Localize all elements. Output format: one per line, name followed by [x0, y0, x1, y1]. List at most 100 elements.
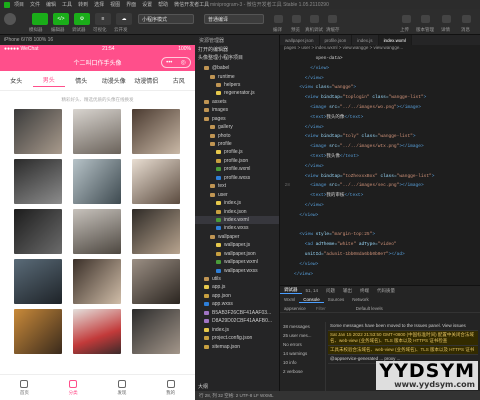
visual-toggle-button[interactable]: ≡: [95, 13, 111, 25]
editor-tab[interactable]: wallpaper.json: [280, 35, 320, 45]
code-line[interactable]: open-data>: [280, 54, 480, 64]
avatar-image[interactable]: [132, 209, 180, 254]
code-line[interactable]: <view bindtap= "toZhexxxBox" class= "wangg…: [280, 172, 480, 182]
avatar[interactable]: [4, 13, 16, 25]
file-item[interactable]: profile.wxml: [195, 165, 279, 173]
file-item[interactable]: index.wxss: [195, 224, 279, 232]
avatar-image[interactable]: [132, 109, 180, 154]
avatar-image[interactable]: [14, 259, 62, 304]
file-item[interactable]: regenerator.js: [195, 89, 279, 97]
code-line[interactable]: </view>: [280, 162, 480, 172]
folder-item[interactable]: utils: [195, 275, 279, 283]
messages-icon[interactable]: [462, 15, 471, 23]
code-line[interactable]: <text> 我的审核 </text>: [280, 191, 480, 201]
search-hint[interactable]: 精彩好头、精选优质的头像在线换发: [30, 94, 165, 106]
panel-tab[interactable]: 调试器: [280, 287, 302, 294]
tabbar-category[interactable]: 分类: [49, 375, 98, 400]
code-line[interactable]: <view class= "wangge" >: [280, 83, 480, 93]
file-item[interactable]: D8A29D02CBF41AAFB0...: [195, 317, 279, 325]
menu-item[interactable]: 文件: [30, 1, 40, 8]
context-select[interactable]: appservice: [284, 306, 306, 311]
real-device-debug-icon[interactable]: [310, 15, 319, 23]
editor-toggle-button[interactable]: </>: [53, 13, 69, 25]
devtools-tab[interactable]: Wxml: [280, 297, 299, 302]
file-item[interactable]: profile.wxss: [195, 174, 279, 182]
code-line[interactable]: </view>: [280, 270, 480, 280]
outline-section[interactable]: 大纲: [195, 383, 279, 391]
code-line[interactable]: <text> 我头像 </text>: [280, 152, 480, 162]
file-item[interactable]: B5AB3F26CBF41AAF03...: [195, 309, 279, 317]
folder-item[interactable]: user: [195, 190, 279, 198]
folder-item[interactable]: photo: [195, 131, 279, 139]
avatar-image[interactable]: [132, 159, 180, 204]
code-line[interactable]: </view>: [280, 260, 480, 270]
code-line[interactable]: <view style= "margin-top:25" >: [280, 230, 480, 240]
simulator-toggle-button[interactable]: [32, 13, 48, 25]
code-line[interactable]: <view bindtap= "toly" class= "wangge-list"…: [280, 132, 480, 142]
code-line[interactable]: <image src= "../../images/wtx.png" ></imag…: [280, 142, 480, 152]
avatar-image[interactable]: [132, 309, 180, 354]
tabbar-mine[interactable]: 我的: [146, 375, 195, 400]
code-line[interactable]: <image src= "../../images/wo.png" ></image…: [280, 103, 480, 113]
avatar-image[interactable]: [73, 209, 121, 254]
folder-item[interactable]: pages: [195, 115, 279, 123]
code-line[interactable]: <view bindtap= "toplogin" class= "wangge-l…: [280, 93, 480, 103]
menu-item[interactable]: 设置: [142, 1, 152, 8]
upload-icon[interactable]: [402, 15, 411, 23]
file-item[interactable]: wallpaper.js: [195, 241, 279, 249]
avatar-image[interactable]: [132, 259, 180, 304]
sidebar-errors[interactable]: No errors: [280, 340, 325, 349]
more-icon[interactable]: •••: [166, 60, 172, 66]
panel-tab[interactable]: 问题: [322, 288, 339, 294]
device-select[interactable]: iPhone 6/7/8 100% 16: [4, 37, 53, 43]
avatar-image[interactable]: [14, 309, 62, 354]
tab-anime-couple[interactable]: 动漫情侣: [130, 76, 163, 85]
menu-item[interactable]: 界面: [126, 1, 136, 8]
menu-item[interactable]: 编辑: [46, 1, 56, 8]
devtools-tab[interactable]: Console: [299, 297, 324, 303]
code-line[interactable]: 28 <image src= "../../images/sec.png" ></i…: [280, 181, 480, 191]
file-item[interactable]: app.wxss: [195, 300, 279, 308]
folder-item[interactable]: @babel: [195, 64, 279, 72]
panel-tab[interactable]: 代码质量: [373, 288, 399, 294]
folder-item[interactable]: runtime: [195, 72, 279, 80]
avatar-image[interactable]: [73, 159, 121, 204]
code-line[interactable]: </view>: [280, 201, 480, 211]
devtools-tab[interactable]: Sources: [324, 297, 349, 302]
tab-ancient[interactable]: 古风: [163, 76, 196, 85]
file-item[interactable]: profile.json: [195, 157, 279, 165]
menu-item[interactable]: 选择: [94, 1, 104, 8]
compile-icon[interactable]: [274, 15, 283, 23]
avatar-image[interactable]: [73, 109, 121, 154]
menu-capsule[interactable]: ••• ◎: [161, 57, 191, 68]
filter-input[interactable]: Filter: [316, 306, 326, 311]
file-item[interactable]: wallpaper.wxss: [195, 266, 279, 274]
avatar-image[interactable]: [73, 309, 121, 354]
code-line[interactable]: </view>: [280, 211, 480, 221]
cloud-dev-button[interactable]: ☁: [116, 13, 132, 25]
avatar-image[interactable]: [73, 259, 121, 304]
sidebar-verbose[interactable]: 2 verbose: [280, 367, 325, 376]
levels-select[interactable]: Default levels: [356, 306, 383, 311]
code-line[interactable]: unitId= "adunit-1bb08da6bb0b0e7" ></ad>: [280, 250, 480, 260]
devtools-tab[interactable]: Network: [348, 297, 373, 302]
code-area[interactable]: open-data> </view> </view> <view class= "…: [280, 52, 480, 279]
editor-tab[interactable]: profile.json: [320, 35, 353, 45]
code-line[interactable]: </view>: [280, 64, 480, 74]
file-item[interactable]: wallpaper.json: [195, 250, 279, 258]
file-item[interactable]: index.json: [195, 207, 279, 215]
tab-female[interactable]: 女头: [0, 76, 33, 85]
code-line[interactable]: [280, 221, 480, 231]
menu-item[interactable]: 视图: [110, 1, 120, 8]
file-item[interactable]: index.wxml: [195, 215, 279, 225]
code-line[interactable]: </view>: [280, 74, 480, 84]
editor-tab-active[interactable]: index.wxml: [378, 35, 412, 45]
menu-item[interactable]: 工具: [62, 1, 72, 8]
tab-male[interactable]: 男头: [32, 75, 65, 87]
panel-tab[interactable]: 输出: [339, 288, 356, 294]
folder-item[interactable]: text: [195, 182, 279, 190]
code-line[interactable]: <text> 我头的像 </text>: [280, 113, 480, 123]
sidebar-messages[interactable]: 38 messages: [280, 322, 325, 331]
tab-couple[interactable]: 情头: [65, 76, 98, 85]
tab-anime[interactable]: 动漫头像: [98, 76, 131, 85]
